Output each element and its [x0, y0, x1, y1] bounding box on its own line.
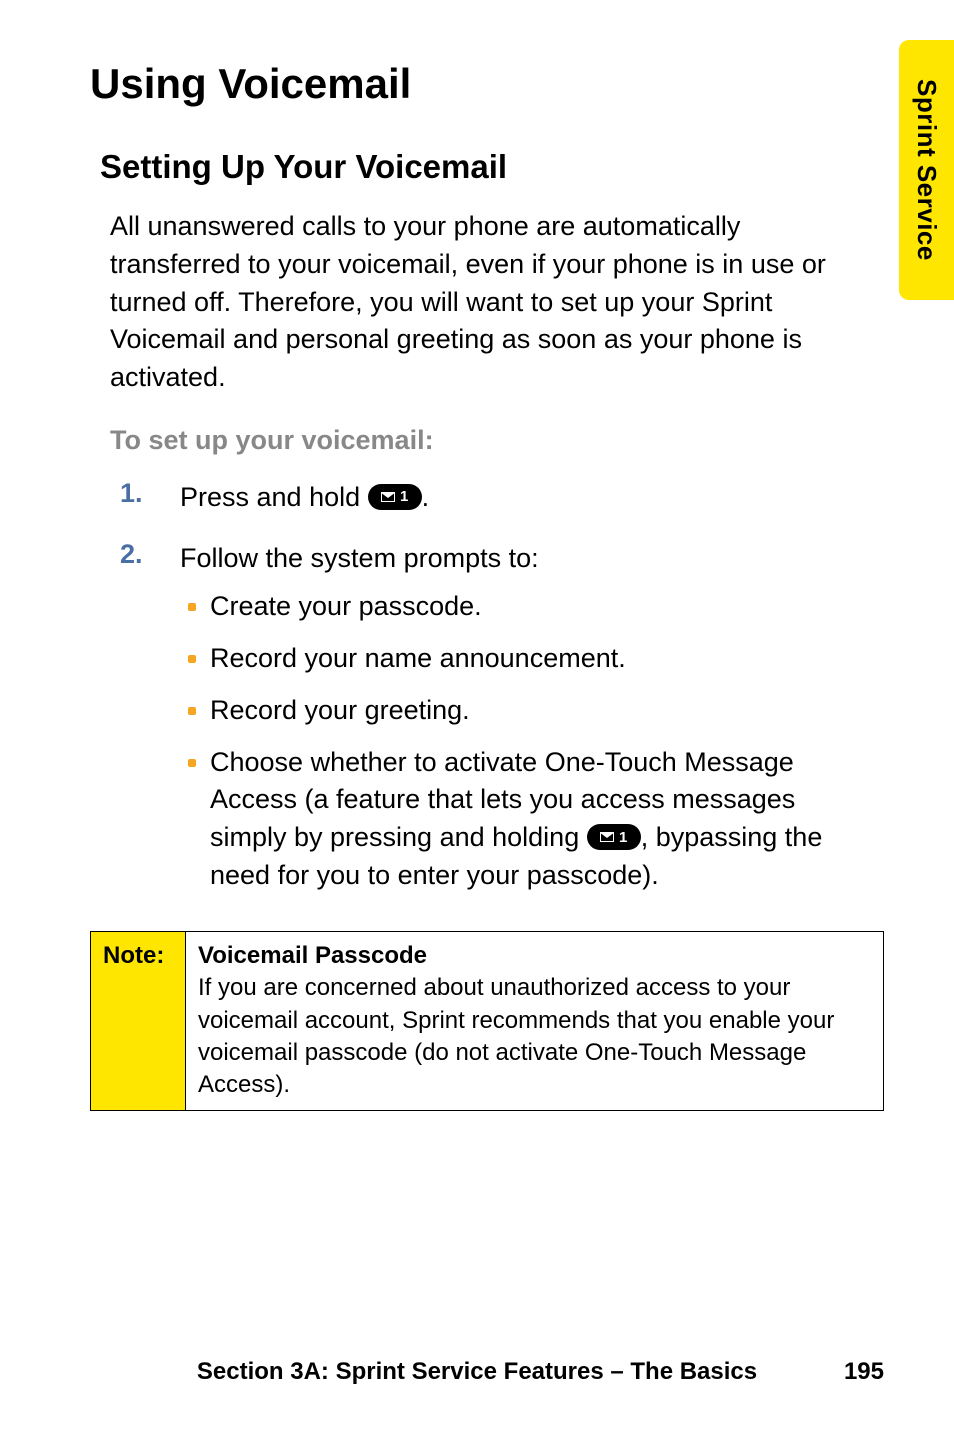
step-2: 2. Follow the system prompts to: Create …: [120, 539, 884, 909]
step-1: 1. Press and hold 1 .: [120, 478, 884, 517]
note-body: Voicemail Passcode If you are concerned …: [186, 931, 884, 1110]
step-2-lead: Follow the system prompts to:: [180, 543, 539, 573]
page-footer: Section 3A: Sprint Service Features – Th…: [0, 1358, 954, 1386]
side-tab: Sprint Service: [899, 40, 954, 300]
procedure-subhead: To set up your voicemail:: [110, 425, 884, 456]
step-1-pre: Press and hold: [180, 482, 368, 512]
bullet-item: Record your name announcement.: [180, 640, 854, 678]
page-title: Using Voicemail: [90, 60, 884, 108]
bullet-list: Create your passcode. Record your name a…: [180, 588, 854, 895]
steps-list: 1. Press and hold 1 . 2. Follow the syst…: [120, 478, 884, 909]
section-heading: Setting Up Your Voicemail: [100, 148, 884, 186]
step-body: Follow the system prompts to: Create you…: [180, 539, 884, 909]
step-1-post: .: [422, 482, 430, 512]
note-box: Note: Voicemail Passcode If you are conc…: [90, 931, 884, 1111]
side-tab-label: Sprint Service: [911, 79, 942, 261]
footer-page-number: 195: [844, 1358, 884, 1386]
bullet-item: Record your greeting.: [180, 692, 854, 730]
note-title: Voicemail Passcode: [198, 942, 427, 969]
voicemail-key-icon: 1: [368, 484, 422, 510]
bullet-item: Create your passcode.: [180, 588, 854, 626]
mail-icon: [381, 492, 395, 502]
step-body: Press and hold 1 .: [180, 478, 884, 517]
note-text: If you are concerned about unauthorized …: [198, 974, 834, 1098]
mail-icon: [600, 832, 614, 842]
page: Sprint Service Using Voicemail Setting U…: [0, 0, 954, 1431]
footer-section: Section 3A: Sprint Service Features – Th…: [197, 1358, 757, 1385]
voicemail-key-icon: 1: [587, 824, 641, 850]
step-number: 1.: [120, 478, 180, 517]
intro-paragraph: All unanswered calls to your phone are a…: [110, 208, 844, 397]
note-label: Note:: [91, 931, 186, 1110]
key-digit: 1: [400, 486, 408, 508]
step-number: 2.: [120, 539, 180, 909]
bullet-item: Choose whether to activate One-Touch Mes…: [180, 744, 854, 895]
key-digit: 1: [619, 827, 627, 848]
